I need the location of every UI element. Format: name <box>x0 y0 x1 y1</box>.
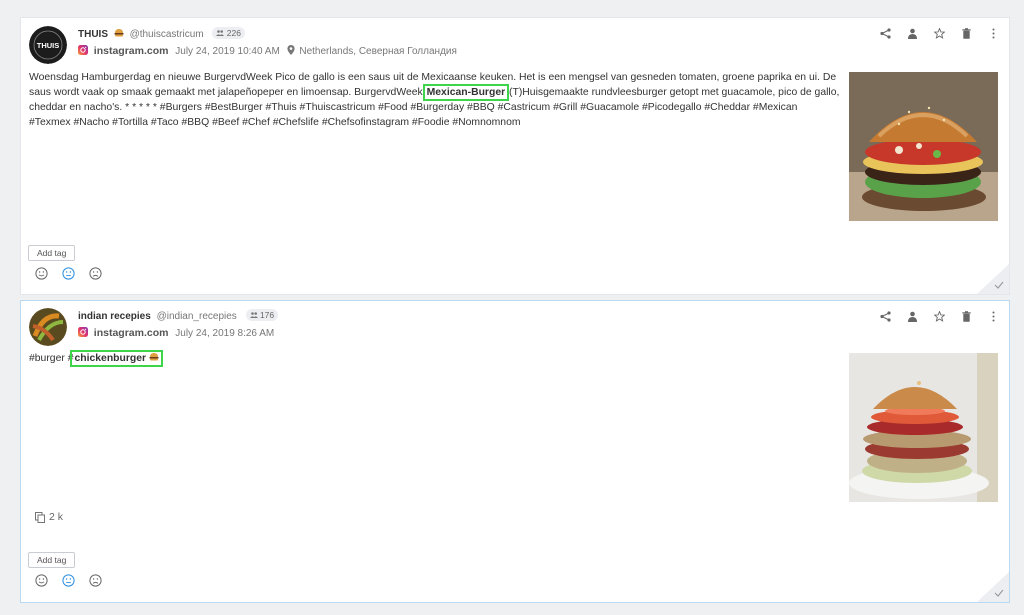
followers-icon <box>249 312 258 318</box>
add-tag-button[interactable]: Add tag <box>28 245 76 261</box>
more-icon[interactable] <box>988 311 999 322</box>
check-icon[interactable] <box>971 264 1009 294</box>
meta-line: instagram.com July 24, 2019 10:40 AM Net… <box>78 45 457 59</box>
avatar-logo-text: THUIS <box>37 41 60 50</box>
followers-icon <box>216 30 225 36</box>
followers-badge: 176 <box>245 309 279 321</box>
trash-icon[interactable] <box>961 27 972 39</box>
followers-count: 176 <box>259 310 275 320</box>
smile-icon[interactable] <box>35 574 48 587</box>
instagram-icon <box>78 45 88 55</box>
followers-badge: 226 <box>212 27 245 39</box>
sad-icon[interactable] <box>89 267 102 280</box>
author-name[interactable]: THUIS <box>78 29 108 40</box>
keyword-highlight: Mexican-Burger <box>422 84 510 101</box>
sad-icon[interactable] <box>89 574 102 587</box>
followers-count: 226 <box>226 28 241 38</box>
smile-icon[interactable] <box>35 267 48 280</box>
share-count: 2 k <box>49 511 64 523</box>
star-icon[interactable] <box>934 27 945 39</box>
burger-emoji-icon <box>149 353 159 361</box>
avatar[interactable]: THUIS <box>29 26 67 64</box>
sentiment-selector <box>35 574 102 587</box>
card-actions <box>880 26 999 40</box>
author-handle[interactable]: @thuiscastricum <box>130 29 204 40</box>
post-image[interactable] <box>849 72 998 221</box>
burger-photo <box>849 72 998 221</box>
neutral-icon[interactable] <box>62 574 75 587</box>
author-line: THUIS @thuiscastricum 226 <box>78 27 245 41</box>
trash-icon[interactable] <box>961 310 972 322</box>
post-date: July 24, 2019 8:26 AM <box>175 328 275 339</box>
check-icon[interactable] <box>971 572 1009 602</box>
neutral-icon[interactable] <box>62 267 75 280</box>
star-icon[interactable] <box>934 310 945 322</box>
mention-card[interactable]: indian recepies @indian_recepies 176 ins… <box>20 300 1010 603</box>
post-image[interactable] <box>849 353 998 502</box>
card-actions <box>880 309 999 323</box>
location-pin-icon <box>286 45 295 55</box>
share-stats: 2 k <box>35 511 63 523</box>
mention-feed: THUIS THUIS @thuiscastricum 226 instagra… <box>0 0 1024 615</box>
burger-emoji-icon <box>114 29 124 37</box>
copy-icon <box>35 511 45 523</box>
author-name[interactable]: indian recepies <box>78 311 151 322</box>
mention-card[interactable]: THUIS THUIS @thuiscastricum 226 instagra… <box>20 17 1010 295</box>
user-icon[interactable] <box>907 28 918 39</box>
author-handle[interactable]: @indian_recepies <box>157 311 237 322</box>
post-date: July 24, 2019 10:40 AM <box>175 46 280 57</box>
post-text: #burger #chickenburger <box>29 350 841 367</box>
user-icon[interactable] <box>907 311 918 322</box>
source-link[interactable]: instagram.com <box>94 45 169 57</box>
share-icon[interactable] <box>880 27 891 39</box>
post-location: Netherlands, Северная Голландия <box>299 46 457 57</box>
burger-photo <box>849 353 998 502</box>
share-icon[interactable] <box>880 310 891 322</box>
instagram-icon <box>78 327 88 337</box>
post-text: Woensdag Hamburgerdag en nieuwe Burgervd… <box>29 70 841 130</box>
more-icon[interactable] <box>988 28 999 39</box>
meta-line: instagram.com July 24, 2019 8:26 AM <box>78 327 274 341</box>
add-tag-button[interactable]: Add tag <box>28 552 76 568</box>
keyword-text: chickenburger <box>74 353 147 364</box>
sentiment-selector <box>35 267 102 280</box>
source-link[interactable]: instagram.com <box>94 327 169 339</box>
keyword-highlight: chickenburger <box>70 350 164 367</box>
post-text-part: #burger # <box>29 353 74 364</box>
author-line: indian recepies @indian_recepies 176 <box>78 309 279 323</box>
avatar[interactable] <box>29 308 67 346</box>
